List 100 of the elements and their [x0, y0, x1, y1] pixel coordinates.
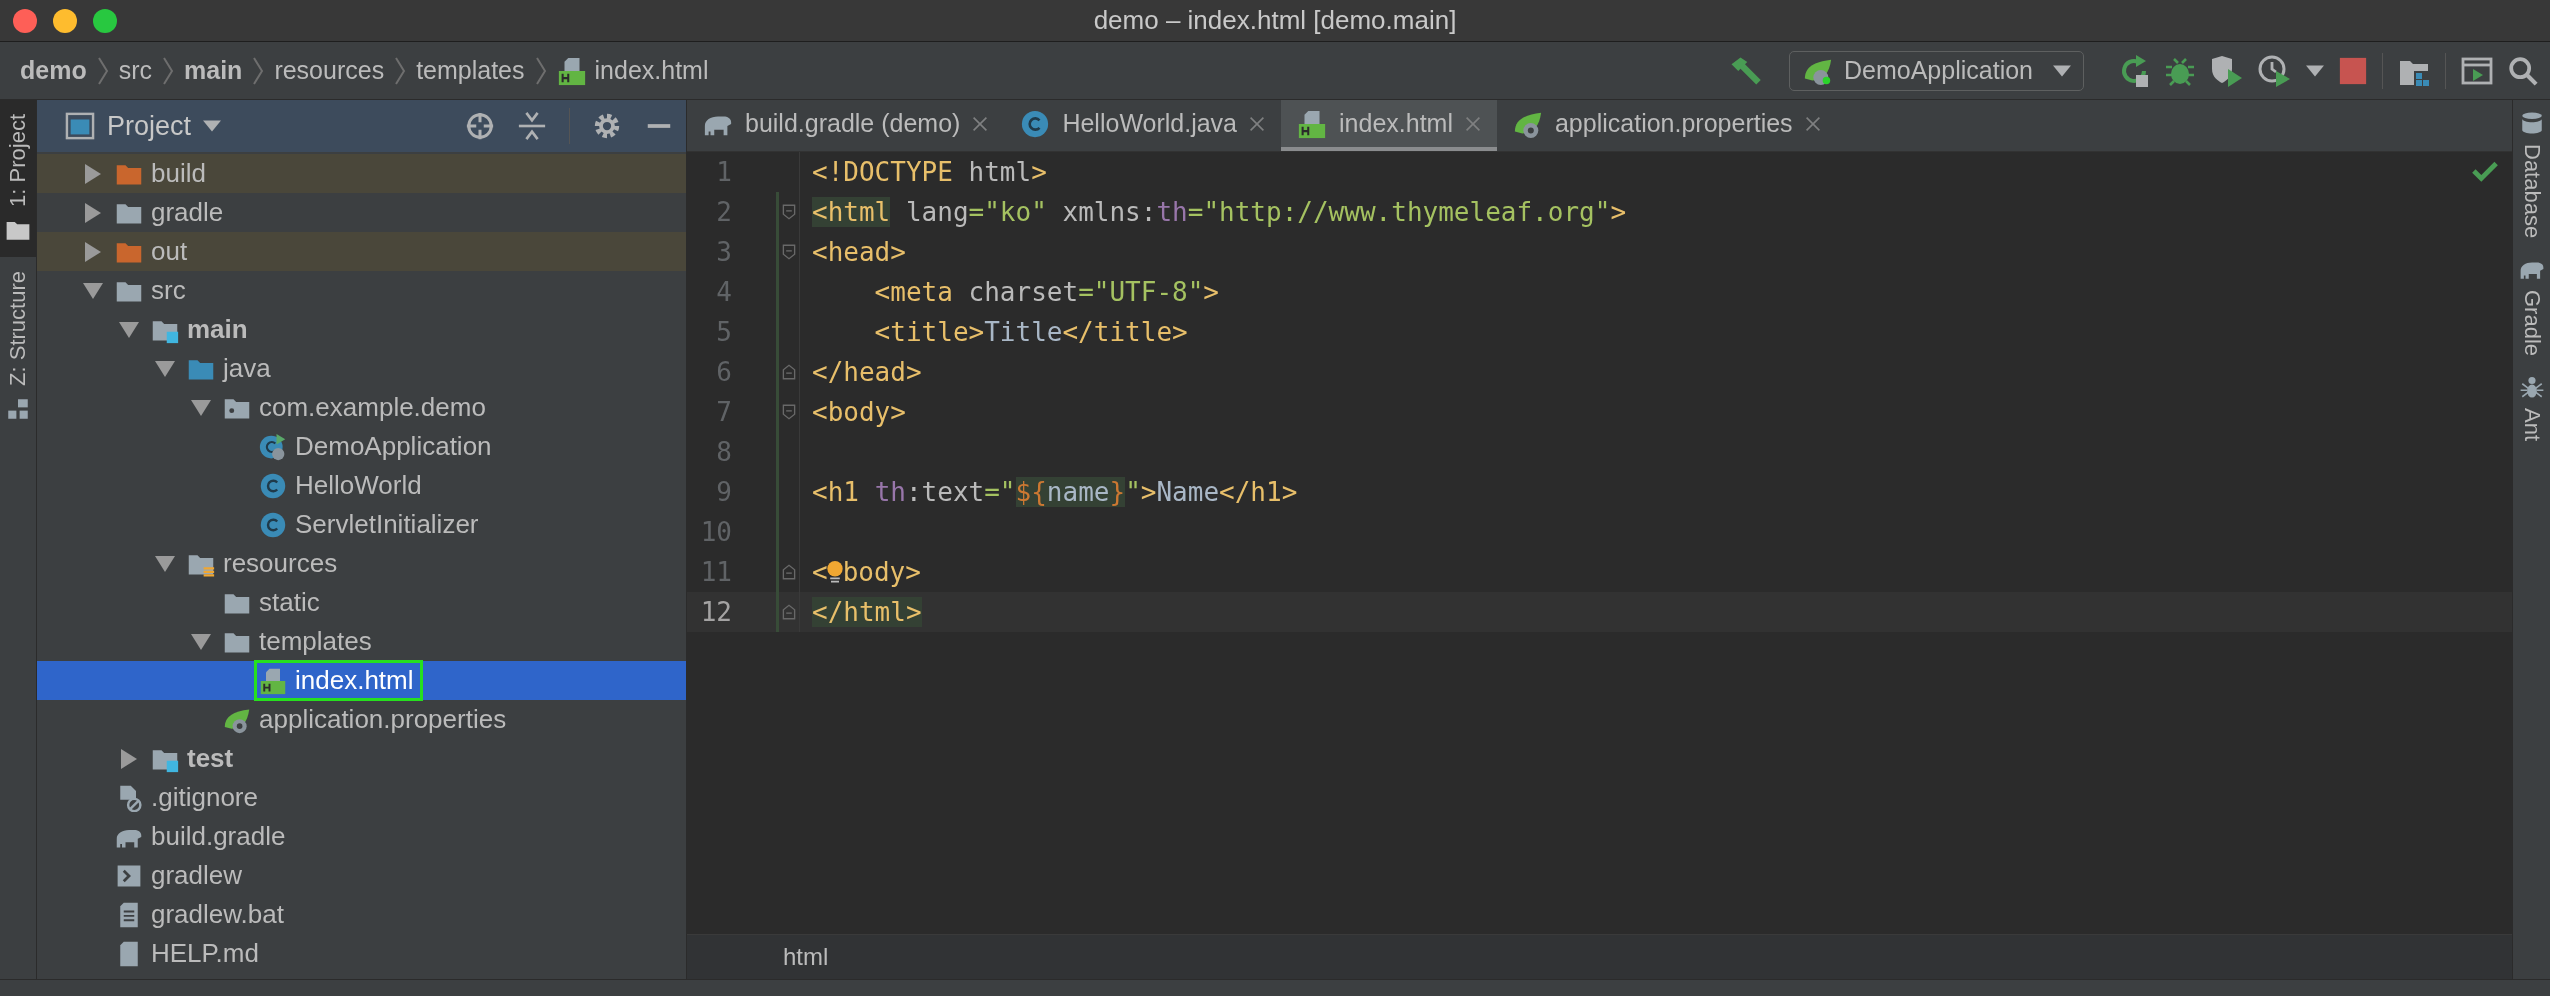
close-button[interactable]	[13, 8, 37, 33]
zoom-button[interactable]	[93, 8, 117, 33]
tool-window-tab[interactable]: 1: Project	[0, 100, 36, 257]
tree-row[interactable]: DemoApplication	[37, 427, 686, 466]
tree-row[interactable]: static	[37, 583, 686, 622]
tool-window-tab[interactable]: Gradle	[2513, 256, 2550, 357]
tree-row[interactable]: .gitignore	[37, 778, 686, 817]
tree-item-label: build	[151, 158, 206, 189]
tree-row[interactable]: index.html	[37, 661, 686, 700]
tree-item-label: gradlew	[151, 860, 243, 891]
tree-item-label: HELP.md	[151, 938, 259, 969]
chevron-icon	[252, 55, 265, 86]
tree-item-label: ServletInitializer	[295, 509, 479, 540]
tree-item-label: gradlew.bat	[151, 899, 284, 930]
code-line: <h1 th:text="${name}">Name</h1>	[811, 477, 1298, 507]
tree-row[interactable]: src	[37, 271, 686, 310]
window-icon	[65, 112, 95, 140]
code-line: </head>	[811, 357, 922, 387]
tree-item-label: com.example.demo	[259, 392, 486, 423]
fold-marker-icon[interactable]	[781, 203, 797, 221]
tree-item-label: application.properties	[259, 704, 507, 735]
editor-tab[interactable]: application.properties	[1496, 100, 1837, 151]
tree-row[interactable]: gradle	[37, 193, 686, 232]
crosshair-icon[interactable]	[465, 111, 495, 141]
fold-marker-icon[interactable]	[781, 243, 797, 261]
line-number: 5	[715, 317, 732, 347]
breadcrumb[interactable]: main	[184, 56, 243, 85]
line-number: 8	[715, 437, 732, 467]
tree-item-label: main	[187, 314, 248, 345]
fold-marker-icon[interactable]	[781, 363, 797, 381]
line-number: 4	[715, 277, 732, 307]
fold-marker-icon[interactable]	[781, 603, 797, 621]
caret-icon	[203, 120, 222, 132]
settings-icon[interactable]	[592, 111, 622, 141]
tree-row[interactable]: resources	[37, 544, 686, 583]
shield-run-icon[interactable]	[2210, 54, 2244, 87]
chevron-icon	[96, 55, 109, 86]
tree-item-label: DemoApplication	[295, 431, 492, 462]
tree-item-label: gradle	[151, 197, 224, 228]
spring-class-icon	[259, 432, 287, 461]
code-line: <html lang="ko" xmlns:th="http://www.thymeleaf.org">	[811, 197, 1627, 227]
tree-item-label: java	[223, 353, 271, 384]
chevron-icon	[162, 55, 174, 86]
tree-row[interactable]: java	[37, 349, 686, 388]
stop-icon[interactable]	[2338, 55, 2368, 86]
search-icon[interactable]	[2508, 55, 2538, 86]
chevron-icon	[534, 55, 547, 86]
breadcrumb[interactable]: resources	[274, 56, 385, 85]
close-icon[interactable]	[1249, 115, 1265, 132]
tree-row[interactable]: com.example.demo	[37, 388, 686, 427]
close-icon[interactable]	[1464, 115, 1481, 132]
tree-item-label: resources	[223, 548, 338, 579]
code-line: <!DOCTYPE html>	[811, 157, 1047, 187]
tree-row[interactable]: gradlew.bat	[37, 895, 686, 934]
clock-run-icon[interactable]	[2258, 54, 2292, 87]
close-icon[interactable]	[972, 115, 989, 132]
tool-window-tab[interactable]: Z: Structure	[0, 256, 36, 436]
collapse-icon[interactable]	[517, 111, 547, 141]
breadcrumb[interactable]: src	[118, 56, 152, 85]
fold-marker-icon[interactable]	[781, 403, 797, 421]
tree-row[interactable]: main	[37, 310, 686, 349]
tree-item-label: src	[151, 275, 186, 306]
window-title: demo – index.html [demo.main]	[1093, 5, 1457, 36]
tree-row[interactable]: gradlew	[37, 856, 686, 895]
line-number: 2	[715, 197, 732, 227]
tree-row[interactable]: ServletInitializer	[37, 505, 686, 544]
tree-item-label: templates	[259, 626, 372, 657]
breadcrumb[interactable]: templates	[416, 56, 525, 85]
line-number: 3	[715, 237, 732, 267]
tree-item-label: index.html	[295, 665, 414, 696]
tree-row[interactable]: application.properties	[37, 700, 686, 739]
breadcrumb[interactable]: demo	[20, 56, 87, 85]
tree-row[interactable]: out	[37, 232, 686, 271]
tree-item-label: HelloWorld	[295, 470, 422, 501]
tree-row[interactable]: build	[37, 154, 686, 193]
breadcrumb[interactable]: index.html	[556, 55, 709, 86]
html-file-icon	[259, 666, 287, 695]
checkmark-icon	[2472, 160, 2498, 182]
run-config-dropdown[interactable]: DemoApplication	[1789, 50, 2084, 91]
tree-row[interactable]: test	[37, 739, 686, 778]
tool-window-tab[interactable]: Ant	[2513, 374, 2550, 442]
tree-row[interactable]: HelloWorld	[37, 466, 686, 505]
close-icon[interactable]	[1804, 115, 1821, 132]
tool-window-tab[interactable]: Database	[2513, 110, 2550, 239]
minimize-button[interactable]	[53, 8, 77, 33]
caret-icon[interactable]	[2306, 64, 2324, 77]
code-line: <body>	[811, 397, 906, 427]
editor-tab[interactable]: index.html	[1281, 100, 1497, 151]
fold-marker-icon[interactable]	[781, 563, 797, 581]
caret-icon	[2053, 64, 2071, 77]
html-file-icon	[1297, 108, 1327, 139]
editor-tab[interactable]: build.gradle (demo)	[687, 100, 1005, 151]
project-view-dropdown[interactable]: Project	[65, 110, 222, 142]
tree-row[interactable]: HELP.md	[37, 934, 686, 973]
breadcrumb[interactable]: html	[777, 942, 835, 972]
editor-tab[interactable]: HelloWorld.java	[1004, 100, 1281, 151]
tree-row[interactable]: build.gradle	[37, 817, 686, 856]
class-icon	[259, 510, 287, 539]
line-number: 12	[699, 597, 732, 627]
tree-row[interactable]: templates	[37, 622, 686, 661]
